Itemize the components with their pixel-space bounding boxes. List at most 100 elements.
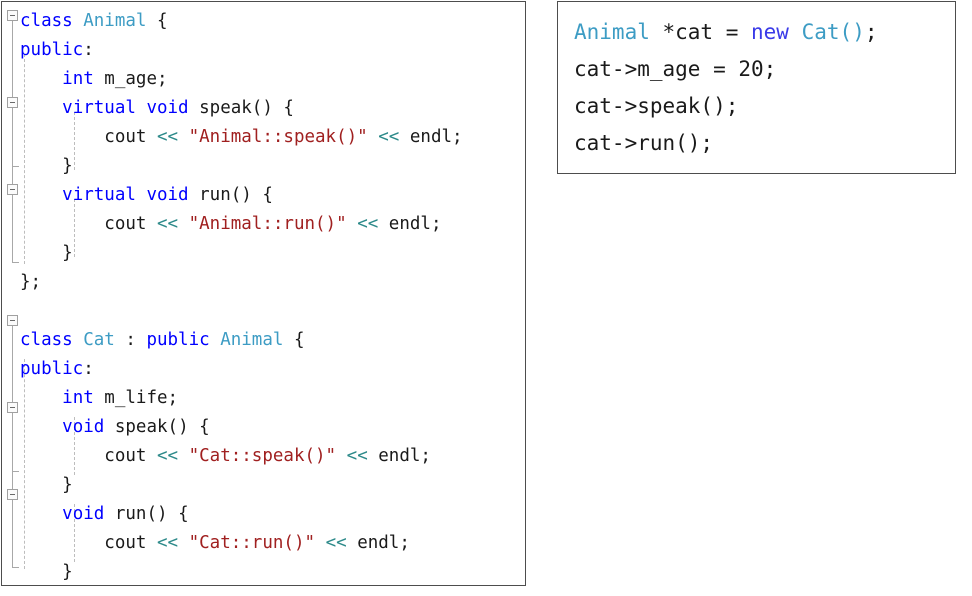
fold-toggle-class-animal[interactable] xyxy=(7,10,18,21)
code-token-str: "Animal::run()" xyxy=(188,214,347,234)
code-token-plain: speak() { xyxy=(188,98,294,118)
code-token-kw: public xyxy=(20,40,84,60)
fold-end-marker-cat xyxy=(12,562,19,568)
code-line[interactable]: void run() { xyxy=(20,500,188,529)
code-token-plain: cout xyxy=(20,533,157,553)
code-token-plain: endl; xyxy=(367,446,431,466)
code-token-plain: endl; xyxy=(346,533,410,553)
code-token-plain: cat->run(); xyxy=(574,131,714,155)
code-token-type: () xyxy=(839,20,865,44)
fold-toggle-cat-run[interactable] xyxy=(7,489,18,500)
code-token-plain: endl; xyxy=(399,127,463,147)
code-token-str: "Animal::speak()" xyxy=(188,127,368,147)
code-line[interactable]: cout << "Animal::run()" << endl; xyxy=(20,210,441,239)
code-line[interactable]: Animal *cat = new Cat(); xyxy=(574,14,878,51)
code-panel-class-definitions[interactable]: class Animal {public: int m_age; virtual… xyxy=(1,1,526,586)
code-line[interactable]: public: xyxy=(20,36,94,65)
code-line[interactable]: class Animal { xyxy=(20,7,168,36)
code-token-kw: int xyxy=(62,388,94,408)
code-token-punct: : xyxy=(114,330,147,350)
code-line[interactable]: cout << "Animal::speak()" << endl; xyxy=(20,123,463,152)
code-token-type: Animal xyxy=(83,11,147,31)
code-token-plain: } xyxy=(20,243,73,263)
code-token-plain: speak() { xyxy=(104,417,210,437)
code-token-plain: } xyxy=(20,562,73,582)
code-token-kw: public xyxy=(146,330,210,350)
code-token-punct: : xyxy=(83,359,94,379)
code-token-type: Animal xyxy=(574,20,650,44)
code-token-op: << xyxy=(378,127,400,147)
code-token-kw: virtual void xyxy=(62,98,189,118)
code-token-plain: *cat = xyxy=(649,20,752,44)
code-line[interactable]: virtual void speak() { xyxy=(20,94,294,123)
fold-toggle-animal-run[interactable] xyxy=(7,184,18,195)
code-line[interactable]: } xyxy=(20,471,73,500)
code-line[interactable]: int m_age; xyxy=(20,65,168,94)
fold-end-marker-cat-speak xyxy=(12,471,19,472)
fold-toggle-cat-speak[interactable] xyxy=(7,402,18,413)
code-token-plain: cout xyxy=(20,127,157,147)
fold-toggle-animal-speak[interactable] xyxy=(7,97,18,108)
fold-range-line-cat xyxy=(12,326,13,568)
code-line[interactable]: } xyxy=(20,558,73,585)
code-line[interactable]: int m_life; xyxy=(20,384,178,413)
code-token-plain: } xyxy=(20,156,73,176)
code-token-plain: } xyxy=(20,475,73,495)
code-token-punct: : xyxy=(83,40,94,60)
code-line[interactable]: }; xyxy=(20,268,41,297)
code-token-plain: ; xyxy=(864,20,878,44)
code-token-plain: endl; xyxy=(378,214,442,234)
code-line[interactable]: cat->speak(); xyxy=(574,88,738,125)
code-line[interactable]: public: xyxy=(20,355,94,384)
code-token-kw: void xyxy=(62,417,105,437)
code-token-plain: cout xyxy=(20,214,157,234)
code-line[interactable]: } xyxy=(20,239,73,268)
code-token-plain: cat->m_age = 20; xyxy=(574,57,777,81)
code-token-kw: class xyxy=(20,330,84,350)
code-panel-usage-snippet[interactable]: Animal *cat = new Cat(); cat->m_age = 20;… xyxy=(557,1,956,174)
code-token-punct: { xyxy=(283,330,305,350)
fold-range-line-animal xyxy=(12,21,13,263)
fold-end-marker-animal xyxy=(12,257,19,263)
code-token-plain: cat->speak(); xyxy=(574,94,739,118)
code-line[interactable]: void speak() { xyxy=(20,413,210,442)
code-token-op: << xyxy=(156,214,179,234)
code-token-type: Cat xyxy=(801,20,840,44)
code-token-plain: m_life; xyxy=(93,388,179,408)
code-line[interactable]: class Cat : public Animal { xyxy=(20,326,305,355)
code-token-op: << xyxy=(156,127,179,147)
code-token-kw: public xyxy=(20,359,84,379)
code-line[interactable]: virtual void run() { xyxy=(20,181,273,210)
code-line[interactable]: } xyxy=(20,152,73,181)
code-line[interactable]: cout << "Cat::speak()" << endl; xyxy=(20,442,431,471)
code-token-plain: run() { xyxy=(188,185,273,205)
code-token-plain: m_age; xyxy=(93,69,168,89)
code-token-punct: { xyxy=(146,11,168,31)
code-line[interactable]: cat->run(); xyxy=(574,125,713,162)
fold-end-marker-animal-speak xyxy=(12,166,19,167)
fold-toggle-class-cat[interactable] xyxy=(7,315,18,326)
code-token-type: Cat xyxy=(83,330,115,350)
code-token-kw: class xyxy=(20,11,84,31)
code-token-str: "Cat::run()" xyxy=(188,533,316,553)
code-token-op: << xyxy=(156,533,179,553)
code-line[interactable]: cat->m_age = 20; xyxy=(574,51,776,88)
code-line[interactable]: cout << "Cat::run()" << endl; xyxy=(20,529,410,558)
code-token-op: << xyxy=(357,214,379,234)
code-token-str: "Cat::speak()" xyxy=(188,446,337,466)
code-token-op: << xyxy=(156,446,179,466)
